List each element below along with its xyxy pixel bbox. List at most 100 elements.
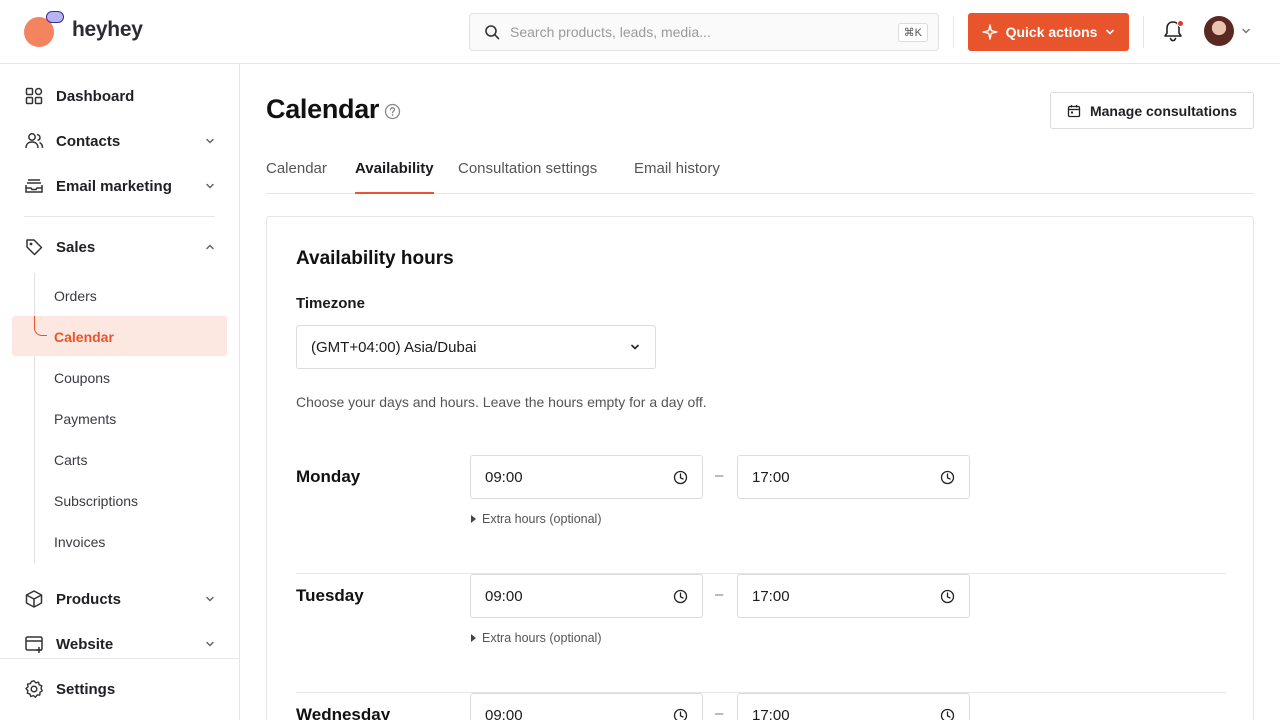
sidebar-item-sales[interactable]: Sales [24, 232, 216, 262]
users-icon [24, 131, 44, 151]
search-icon [485, 25, 500, 40]
disclosure-triangle-icon [471, 634, 476, 642]
day-row-wednesday: Wednesday 09:00 – 17:00 [296, 693, 1226, 720]
sidebar-footer-divider [0, 658, 239, 659]
brand-logo[interactable]: heyhey [24, 11, 143, 49]
start-time-field[interactable]: 09:00 [470, 455, 703, 499]
sidebar-subitem-calendar[interactable]: Calendar [54, 327, 114, 347]
search-bar[interactable]: ⌘K [469, 13, 939, 51]
end-time-value: 17:00 [752, 706, 790, 720]
inbox-icon [24, 176, 44, 196]
clock-icon [940, 708, 955, 720]
clock-icon [940, 589, 955, 603]
availability-hint: Choose your days and hours. Leave the ho… [296, 394, 707, 410]
tag-icon [24, 237, 44, 257]
search-shortcut-badge: ⌘K [897, 22, 928, 42]
notification-dot [1177, 20, 1184, 27]
avatar[interactable] [1204, 16, 1234, 46]
extra-hours-toggle[interactable]: Extra hours (optional) [471, 631, 602, 645]
sidebar-subitem-carts[interactable]: Carts [54, 450, 87, 470]
tab-calendar[interactable]: Calendar [266, 158, 327, 194]
tab-consultation-settings[interactable]: Consultation settings [458, 158, 597, 194]
sidebar: Dashboard Contacts Email marketing Sales… [0, 64, 240, 720]
day-name: Tuesday [296, 586, 364, 605]
sidebar-item-products[interactable]: Products [24, 584, 216, 614]
chevron-down-icon [631, 344, 639, 350]
disclosure-triangle-icon [471, 515, 476, 523]
chevron-up-icon [206, 244, 214, 250]
start-time-value: 09:00 [485, 706, 523, 720]
start-time-field[interactable]: 09:00 [470, 693, 703, 720]
sidebar-item-email-marketing[interactable]: Email marketing [24, 171, 216, 201]
end-time-value: 17:00 [752, 587, 790, 605]
quick-actions-button[interactable]: Quick actions [968, 13, 1129, 51]
logo-icon [24, 11, 64, 49]
day-name: Monday [296, 467, 361, 486]
notifications-button[interactable] [1162, 19, 1186, 45]
active-submenu-connector [34, 316, 47, 336]
sidebar-item-label: Dashboard [56, 87, 135, 105]
sidebar-item-label: Settings [56, 680, 116, 698]
box-icon [24, 589, 44, 609]
chevron-down-icon [206, 183, 214, 189]
start-time-value: 09:00 [485, 587, 523, 605]
timezone-select[interactable]: (GMT+04:00) Asia/Dubai [296, 325, 656, 369]
timezone-value: (GMT+04:00) Asia/Dubai [311, 338, 477, 356]
tab-availability[interactable]: Availability [355, 158, 434, 194]
sidebar-item-label: Email marketing [56, 177, 172, 195]
sidebar-item-contacts[interactable]: Contacts [24, 126, 216, 156]
time-range-separator: – [715, 467, 724, 484]
header-divider [1143, 16, 1144, 48]
tab-bar: Calendar Availability Consultation setti… [266, 158, 1254, 194]
gear-icon [24, 679, 44, 699]
sidebar-subitem-subscriptions[interactable]: Subscriptions [54, 491, 138, 511]
extra-hours-toggle[interactable]: Extra hours (optional) [471, 512, 602, 526]
sidebar-subitem-invoices[interactable]: Invoices [54, 532, 105, 552]
day-row-tuesday: Tuesday 09:00 – 17:00 Extra hours (optio… [296, 574, 1226, 693]
sidebar-item-dashboard[interactable]: Dashboard [24, 81, 216, 111]
start-time-field[interactable]: 09:00 [470, 574, 703, 618]
day-row-monday: Monday 09:00 – 17:00 Extra hours (option… [296, 455, 1226, 574]
browser-icon [24, 634, 44, 654]
time-range-separator: – [715, 705, 724, 720]
chevron-down-icon [1106, 29, 1115, 35]
availability-title: Availability hours [296, 248, 454, 269]
sparkle-icon [981, 24, 998, 40]
availability-card: Availability hours Timezone (GMT+04:00) … [266, 216, 1254, 720]
header-divider [953, 16, 954, 48]
manage-consultations-button[interactable]: Manage consultations [1050, 92, 1254, 129]
sidebar-item-settings[interactable]: Settings [24, 674, 216, 704]
chevron-down-icon[interactable] [1241, 26, 1251, 36]
chevron-down-icon [206, 596, 214, 602]
help-icon[interactable] [384, 103, 401, 120]
manage-consultations-label: Manage consultations [1089, 102, 1238, 119]
sidebar-divider [24, 216, 215, 217]
tab-email-history[interactable]: Email history [634, 158, 720, 194]
brand-name: heyhey [72, 18, 143, 41]
grid-icon [24, 86, 44, 106]
clock-icon [673, 708, 688, 720]
day-name: Wednesday [296, 705, 391, 720]
sidebar-item-label: Contacts [56, 132, 121, 150]
extra-hours-label: Extra hours (optional) [482, 512, 602, 526]
extra-hours-label: Extra hours (optional) [482, 631, 602, 645]
clock-icon [673, 589, 688, 603]
page-title: Calendar [266, 94, 380, 124]
sidebar-subitem-payments[interactable]: Payments [54, 409, 116, 429]
sidebar-subitem-coupons[interactable]: Coupons [54, 368, 110, 388]
end-time-field[interactable]: 17:00 [737, 455, 970, 499]
sidebar-subitem-orders[interactable]: Orders [54, 286, 97, 306]
end-time-field[interactable]: 17:00 [737, 693, 970, 720]
end-time-field[interactable]: 17:00 [737, 574, 970, 618]
sidebar-item-label: Products [56, 590, 122, 608]
time-range-separator: – [715, 586, 724, 603]
timezone-label: Timezone [296, 295, 365, 312]
search-input[interactable] [510, 24, 898, 40]
chevron-down-icon [206, 138, 214, 144]
end-time-value: 17:00 [752, 468, 790, 486]
clock-icon [940, 470, 955, 484]
chevron-down-icon [206, 641, 214, 647]
start-time-value: 09:00 [485, 468, 523, 486]
sidebar-item-website[interactable]: Website [24, 629, 216, 659]
clock-icon [673, 470, 688, 484]
